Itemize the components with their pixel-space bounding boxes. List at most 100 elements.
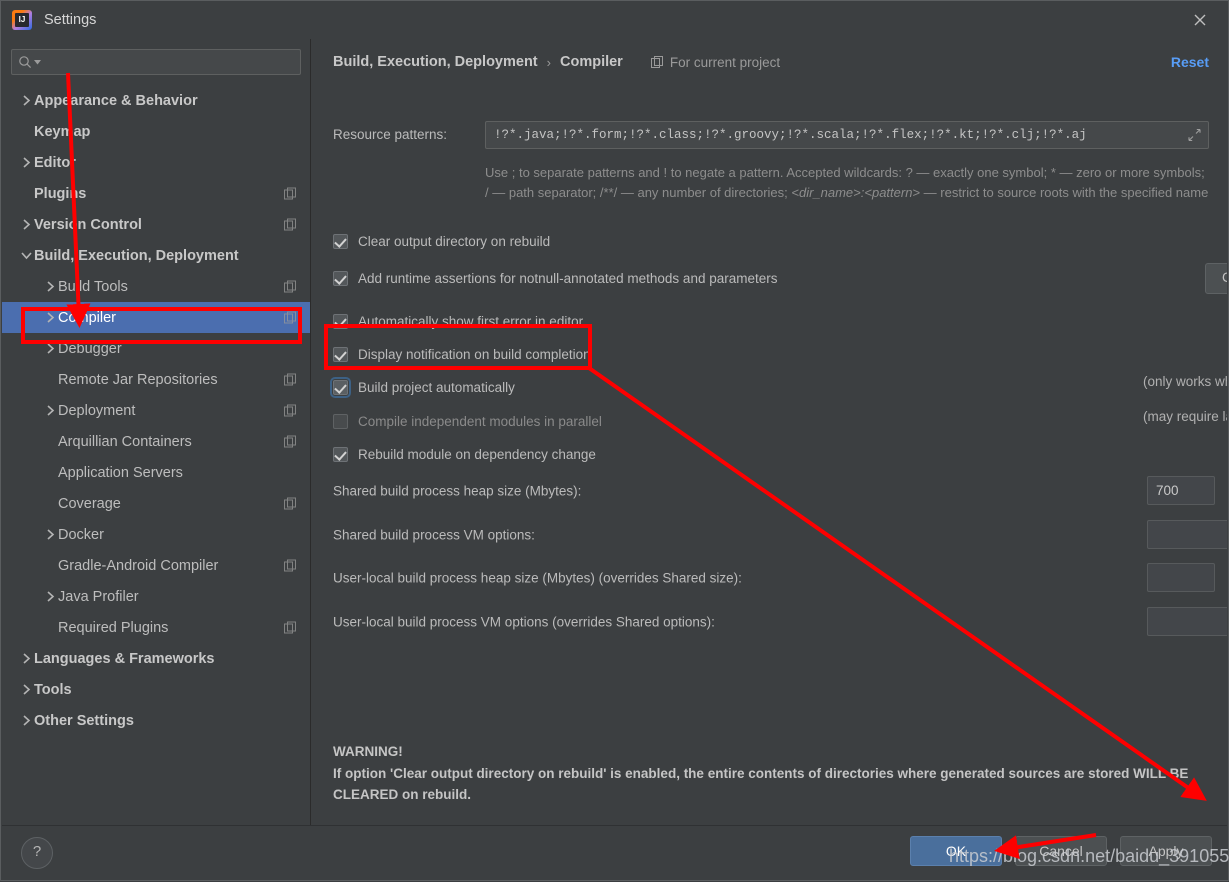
project-scope-icon [284, 435, 297, 448]
field-input-shared-build-process-vm-options[interactable] [1147, 520, 1227, 549]
sidebar-item-editor[interactable]: Editor [2, 147, 310, 178]
sidebar-item-gradle-android-compiler[interactable]: Gradle-Android Compiler [2, 550, 310, 581]
sidebar-item-debugger[interactable]: Debugger [2, 333, 310, 364]
sidebar-item-java-profiler[interactable]: Java Profiler [2, 581, 310, 612]
tree-expander[interactable] [42, 405, 58, 416]
checkbox-box[interactable] [333, 313, 348, 329]
project-scope-icon [284, 311, 297, 324]
project-scope-icon [284, 187, 297, 200]
sidebar-item-build-tools[interactable]: Build Tools [2, 271, 310, 302]
sidebar-item-tools[interactable]: Tools [2, 674, 310, 705]
project-scope-icon [284, 280, 297, 293]
checkbox-label: Rebuild module on dependency change [358, 446, 596, 462]
checkbox-automatically-show-first-error-in-editor[interactable]: Automatically show first error in editor [333, 310, 583, 332]
tree-expander[interactable] [42, 312, 58, 323]
checkbox-box[interactable] [333, 233, 348, 249]
sidebar-item-label: Required Plugins [58, 619, 169, 636]
search-icon [19, 56, 32, 69]
configure-annotations-button[interactable]: Configure annotations... [1205, 263, 1227, 294]
sidebar-item-plugins[interactable]: Plugins [2, 178, 310, 209]
checkbox-rebuild-module-on-dependency-change[interactable]: Rebuild module on dependency change [333, 443, 596, 465]
tree-expander[interactable] [42, 343, 58, 354]
expand-icon[interactable] [1188, 128, 1201, 142]
checkbox-label: Display notification on build completion [358, 346, 591, 362]
checkbox-label: Add runtime assertions for notnull-annot… [358, 270, 778, 286]
help-icon[interactable]: ? [21, 837, 53, 869]
sidebar-item-required-plugins[interactable]: Required Plugins [2, 612, 310, 643]
sidebar-item-other-settings[interactable]: Other Settings [2, 705, 310, 736]
checkbox-box[interactable] [330, 376, 351, 398]
cancel-button[interactable]: Cancel [1015, 836, 1107, 866]
chevron-right-icon [46, 591, 54, 602]
checkbox-build-project-automatically[interactable]: Build project automatically [330, 376, 515, 398]
chevron-right-icon [22, 95, 30, 106]
sidebar-item-deployment[interactable]: Deployment [2, 395, 310, 426]
title-bar: Settings [1, 1, 1228, 39]
field-input-shared-build-process-heap-size-mbytes[interactable]: 700 [1147, 476, 1215, 505]
ok-button[interactable]: OK [910, 836, 1002, 866]
resource-patterns-input[interactable]: !?*.java;!?*.form;!?*.class;!?*.groovy;!… [485, 121, 1209, 149]
resource-hint-part2: — restrict to source roots with the spec… [920, 184, 1209, 200]
sidebar-item-label: Debugger [58, 340, 122, 357]
sidebar-item-label: Build Tools [58, 278, 128, 295]
sidebar-item-remote-jar-repositories[interactable]: Remote Jar Repositories [2, 364, 310, 395]
checkbox-compile-independent-modules-in-parallel[interactable]: Compile independent modules in parallel [333, 410, 602, 432]
sidebar-item-label: Docker [58, 526, 104, 543]
field-input-user-local-build-process-heap-size-mbytes-overrides-shared-size[interactable] [1147, 563, 1215, 592]
intellij-idea-logo [12, 10, 32, 30]
search-input[interactable] [45, 53, 294, 71]
tree-expander[interactable] [18, 684, 34, 695]
checkbox-label: Compile independent modules in parallel [358, 413, 602, 429]
window-title: Settings [44, 12, 97, 28]
checkbox-label: Build project automatically [358, 379, 515, 395]
warning-text: WARNING! If option 'Clear output directo… [333, 741, 1203, 806]
sidebar-item-compiler[interactable]: Compiler [2, 302, 310, 333]
tree-expander[interactable] [42, 591, 58, 602]
sidebar-item-label: Remote Jar Repositories [58, 371, 218, 388]
chevron-right-icon [46, 343, 54, 354]
checkbox-add-runtime-assertions-for-notnull-annotated-methods-and-parameters[interactable]: Add runtime assertions for notnull-annot… [333, 267, 778, 289]
sidebar-item-build-execution-deployment[interactable]: Build, Execution, Deployment [2, 240, 310, 271]
tree-expander[interactable] [42, 529, 58, 540]
project-scope-icon [284, 373, 297, 386]
chevron-right-icon [22, 653, 30, 664]
project-scope-icon [284, 497, 297, 510]
close-icon[interactable] [1180, 5, 1220, 35]
tree-expander[interactable] [18, 219, 34, 230]
sidebar-item-languages-frameworks[interactable]: Languages & Frameworks [2, 643, 310, 674]
tree-expander[interactable] [42, 281, 58, 292]
sidebar-item-application-servers[interactable]: Application Servers [2, 457, 310, 488]
warning-body: If option 'Clear output directory on reb… [333, 765, 1189, 803]
checkbox-box[interactable] [333, 413, 348, 429]
field-value: 700 [1156, 483, 1179, 498]
apply-button[interactable]: Apply [1120, 836, 1212, 866]
breadcrumb-root[interactable]: Build, Execution, Deployment [333, 54, 538, 70]
sidebar-item-label: Build, Execution, Deployment [34, 247, 239, 264]
sidebar-item-coverage[interactable]: Coverage [2, 488, 310, 519]
checkbox-box[interactable] [333, 270, 348, 286]
checkbox-box[interactable] [333, 346, 348, 362]
checkbox-clear-output-directory-on-rebuild[interactable]: Clear output directory on rebuild [333, 230, 550, 252]
breadcrumb: Build, Execution, Deployment › Compiler … [333, 49, 1209, 75]
field-input-user-local-build-process-vm-options-overrides-shared-options[interactable] [1147, 607, 1227, 636]
tree-expander[interactable] [18, 95, 34, 106]
resource-patterns-label: Resource patterns: [333, 127, 448, 142]
settings-dialog: Settings Appearance & Behavior Keymap Edit… [0, 0, 1229, 881]
sidebar-item-keymap[interactable]: Keymap [2, 116, 310, 147]
checkbox-box[interactable] [333, 446, 348, 462]
chevron-right-icon [22, 157, 30, 168]
search-box[interactable] [11, 49, 301, 75]
project-scope-icon [284, 404, 297, 417]
sidebar-item-docker[interactable]: Docker [2, 519, 310, 550]
sidebar-item-arquillian-containers[interactable]: Arquillian Containers [2, 426, 310, 457]
tree-expander[interactable] [18, 251, 34, 260]
checkbox-display-notification-on-build-completion[interactable]: Display notification on build completion [333, 343, 591, 365]
tree-expander[interactable] [18, 653, 34, 664]
sidebar-item-label: Java Profiler [58, 588, 139, 605]
sidebar-item-version-control[interactable]: Version Control [2, 209, 310, 240]
sidebar-item-label: Tools [34, 681, 72, 698]
sidebar-item-appearance-behavior[interactable]: Appearance & Behavior [2, 85, 310, 116]
tree-expander[interactable] [18, 715, 34, 726]
reset-link[interactable]: Reset [1171, 54, 1209, 70]
tree-expander[interactable] [18, 157, 34, 168]
